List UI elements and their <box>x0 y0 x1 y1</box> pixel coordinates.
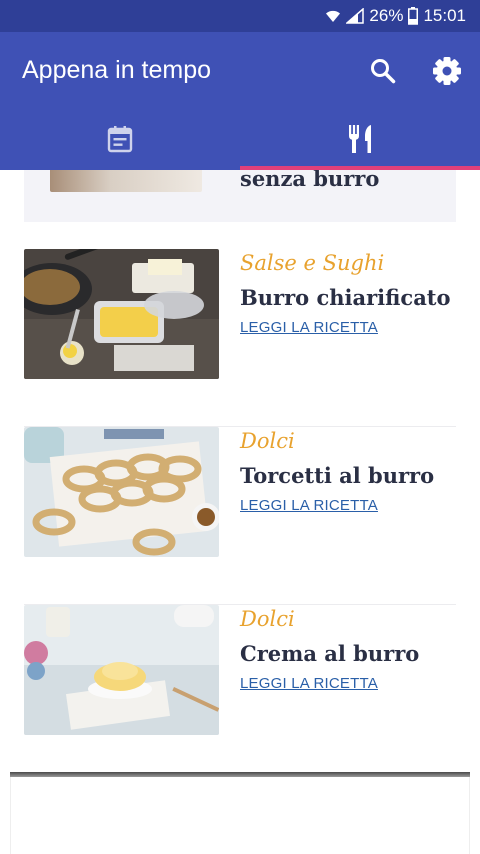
recipe-card[interactable]: Dolci Torcetti al burro LEGGI LA RICETTA <box>24 427 456 605</box>
settings-button[interactable] <box>430 54 464 88</box>
battery-icon <box>408 7 419 25</box>
gear-icon <box>433 57 461 85</box>
search-icon <box>371 59 396 84</box>
signal-icon <box>346 8 365 24</box>
recipe-card[interactable]: Dolci Crema al burro LEGGI LA RICETTA <box>24 605 456 774</box>
status-icons: 26% 15:01 <box>325 0 466 32</box>
search-button[interactable] <box>366 54 400 88</box>
recipe-title: Crema al burro <box>240 641 420 666</box>
recipe-title: Burro chiarificato <box>240 285 451 310</box>
status-bar: 26% 15:01 <box>0 0 480 32</box>
tab-recipes[interactable] <box>240 108 480 170</box>
recipe-title: senza burro <box>240 170 380 191</box>
recipe-photo <box>24 249 219 379</box>
tab-bar <box>0 108 480 170</box>
recipe-photo <box>24 427 219 557</box>
clock: 15:01 <box>423 6 466 25</box>
read-recipe-link[interactable]: LEGGI LA RICETTA <box>240 497 378 514</box>
recipe-photo <box>24 605 219 735</box>
fork-knife-icon <box>349 125 371 153</box>
app-bar: Appena in tempo <box>0 32 480 170</box>
app-title: Appena in tempo <box>22 56 212 84</box>
recipe-photo <box>50 170 202 192</box>
recipe-category: Dolci <box>240 429 295 453</box>
wifi-icon <box>325 8 341 24</box>
bottom-panel <box>10 777 470 854</box>
recipe-card[interactable]: Salse e Sughi Burro chiarificato LEGGI L… <box>24 249 456 427</box>
recipe-title: Torcetti al burro <box>240 463 435 488</box>
recipe-category: Salse e Sughi <box>240 251 385 275</box>
recipe-category: Dolci <box>240 607 295 631</box>
read-recipe-link[interactable]: LEGGI LA RICETTA <box>240 319 378 336</box>
tab-calendar[interactable] <box>0 108 240 170</box>
read-recipe-link[interactable]: LEGGI LA RICETTA <box>240 675 378 692</box>
battery-percent: 26% <box>369 6 404 25</box>
recipe-list[interactable]: senza burro Salse e Sughi Burro chiarifi… <box>0 170 480 774</box>
calendar-icon <box>107 126 133 153</box>
recipe-card-partial[interactable]: senza burro <box>24 170 456 222</box>
